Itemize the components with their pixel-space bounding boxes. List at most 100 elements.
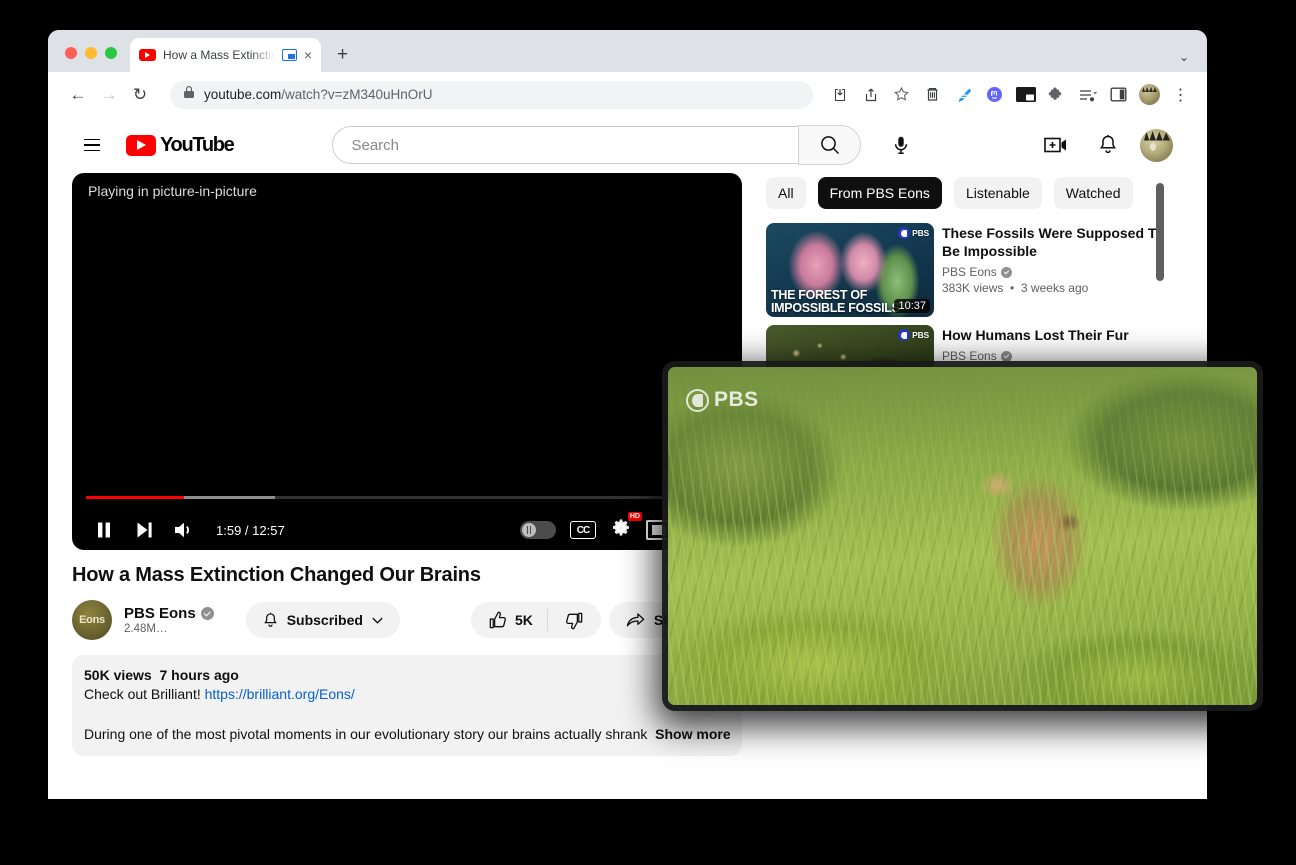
search-placeholder: Search [351, 136, 400, 154]
hamburger-menu-icon[interactable] [72, 125, 112, 165]
search-input[interactable]: Search [332, 126, 799, 164]
video-title: How a Mass Extinction Changed Our Brains [72, 564, 481, 586]
pbs-watermark-text: PBS [714, 388, 759, 411]
youtube-logo-text: YouTube [160, 133, 235, 156]
chevron-down-icon[interactable]: ⌄ [1179, 50, 1189, 64]
mastodon-icon[interactable] [980, 80, 1009, 109]
browser-menu-button[interactable]: ⋮ [1166, 80, 1195, 109]
chip-watched[interactable]: Watched [1053, 177, 1133, 209]
recommendation-meta: 383K views • 3 weeks ago [942, 281, 1089, 295]
recommendation-title: How Humans Lost Their Fur [942, 327, 1129, 343]
promo-link[interactable]: https://brilliant.org/Eons/ [205, 686, 355, 702]
share-arrow-icon [626, 612, 645, 626]
recommendation-item[interactable]: PBS THE FOREST OF IMPOSSIBLE FOSSILS 10:… [766, 223, 1168, 317]
video-player[interactable]: Playing in picture-in-picture 1:59 / 12:… [72, 173, 742, 550]
chevron-down-icon [372, 617, 383, 624]
captions-button[interactable]: CC [570, 521, 596, 539]
channel-info[interactable]: PBS Eons 2.48M… [124, 605, 214, 635]
recommendation-channel[interactable]: PBS Eons [942, 265, 1168, 279]
next-video-icon [137, 522, 152, 538]
account-avatar[interactable] [1140, 128, 1173, 162]
pip-grass-texture [668, 367, 1257, 705]
subscriber-count: 2.48M… [124, 623, 168, 635]
hd-badge: HD [627, 511, 642, 521]
forward-button[interactable]: → [95, 81, 123, 109]
sidepanel-icon[interactable] [1104, 80, 1133, 109]
description-promo: Check out Brilliant! https://brilliant.o… [84, 686, 730, 702]
progress-bar[interactable] [86, 496, 728, 499]
search-button[interactable] [798, 125, 862, 165]
chip-all[interactable]: All [766, 177, 806, 209]
header-actions [1036, 125, 1191, 165]
picture-in-picture-window[interactable]: PBS [668, 367, 1257, 705]
chip-listenable[interactable]: Listenable [953, 177, 1042, 209]
verified-badge-icon [1000, 266, 1012, 278]
dislike-button[interactable] [548, 602, 601, 638]
progress-played [86, 496, 185, 499]
settings-button[interactable]: HD [610, 511, 642, 544]
pbs-badge: PBS [898, 227, 929, 239]
description-stats: 50K views 7 hours ago [84, 667, 730, 683]
url-path: /watch?v=zM340uHnOrU [281, 87, 433, 102]
pause-button[interactable] [84, 510, 124, 550]
upload-age: 3 weeks ago [1020, 281, 1089, 295]
picture-in-picture-icon[interactable] [281, 49, 297, 61]
window-traffic-lights [48, 47, 117, 72]
browser-tab[interactable]: How a Mass Extinction Cha × [130, 38, 321, 72]
bookmark-star-icon[interactable] [887, 80, 916, 109]
channel-row: Eons PBS Eons 2.48M… Subscribed 5K [72, 600, 742, 640]
bell-icon [263, 612, 277, 627]
notifications-button[interactable] [1088, 125, 1128, 165]
puzzle-extension-icon[interactable] [1042, 80, 1071, 109]
pbs-logo-icon [898, 329, 911, 341]
back-button[interactable]: ← [64, 81, 92, 109]
verified-badge-icon [200, 607, 214, 620]
close-window-button[interactable] [65, 47, 77, 59]
channel-name: PBS Eons [942, 349, 997, 364]
maximize-window-button[interactable] [105, 47, 117, 59]
scrollbar-thumb[interactable] [1156, 183, 1164, 281]
reload-button[interactable]: ↻ [126, 81, 154, 109]
profile-avatar[interactable] [1135, 80, 1164, 109]
microphone-button[interactable] [881, 125, 921, 165]
search-icon [821, 136, 840, 155]
video-duration: 10:37 [894, 299, 930, 313]
create-video-button[interactable] [1036, 125, 1076, 165]
trash-icon[interactable] [918, 80, 947, 109]
description-text: During one of the most pivotal moments i… [84, 726, 648, 742]
download-icon[interactable] [825, 80, 854, 109]
address-bar[interactable]: youtube.com/watch?v=zM340uHnOrU [170, 80, 813, 109]
pen-icon[interactable] [949, 80, 978, 109]
pbs-badge-text: PBS [912, 330, 929, 340]
tab-strip: How a Mass Extinction Cha × + ⌄ [48, 30, 1207, 72]
autoplay-toggle[interactable] [520, 521, 556, 539]
subscribed-label: Subscribed [286, 612, 363, 628]
verified-badge-icon [1000, 350, 1012, 362]
show-more-button[interactable]: Show more [655, 726, 730, 742]
microphone-icon [895, 136, 908, 154]
recommendation-channel[interactable]: PBS Eons [942, 349, 1129, 363]
minimize-window-button[interactable] [85, 47, 97, 59]
share-icon[interactable] [856, 80, 885, 109]
description-box[interactable]: 50K views 7 hours ago Check out Brillian… [72, 655, 742, 756]
youtube-logo[interactable]: YouTube [126, 133, 235, 157]
primary-column: Playing in picture-in-picture 1:59 / 12:… [72, 173, 742, 799]
like-button[interactable]: 5K [471, 602, 547, 638]
chip-from-pbs-eons[interactable]: From PBS Eons [817, 177, 942, 209]
time-display: 1:59 / 12:57 [216, 522, 285, 538]
create-video-icon [1044, 137, 1066, 153]
controls-row: 1:59 / 12:57 CC HD [72, 510, 742, 550]
volume-button[interactable] [164, 510, 204, 550]
new-tab-button[interactable]: + [337, 45, 348, 64]
filter-chip-row: All From PBS Eons Listenable Watched [766, 177, 1168, 209]
close-tab-button[interactable]: × [304, 48, 312, 62]
url-text: youtube.com/watch?v=zM340uHnOrU [204, 87, 433, 102]
next-video-button[interactable] [124, 510, 164, 550]
url-domain: youtube.com [204, 87, 282, 102]
subscribed-button[interactable]: Subscribed [245, 602, 400, 638]
recommendation-title: These Fossils Were Supposed To Be Imposs… [942, 225, 1164, 260]
playlist-icon[interactable] [1073, 80, 1102, 109]
pbs-badge: PBS [898, 329, 929, 341]
pip-extension-icon[interactable] [1011, 80, 1040, 109]
channel-avatar[interactable]: Eons [72, 600, 112, 640]
